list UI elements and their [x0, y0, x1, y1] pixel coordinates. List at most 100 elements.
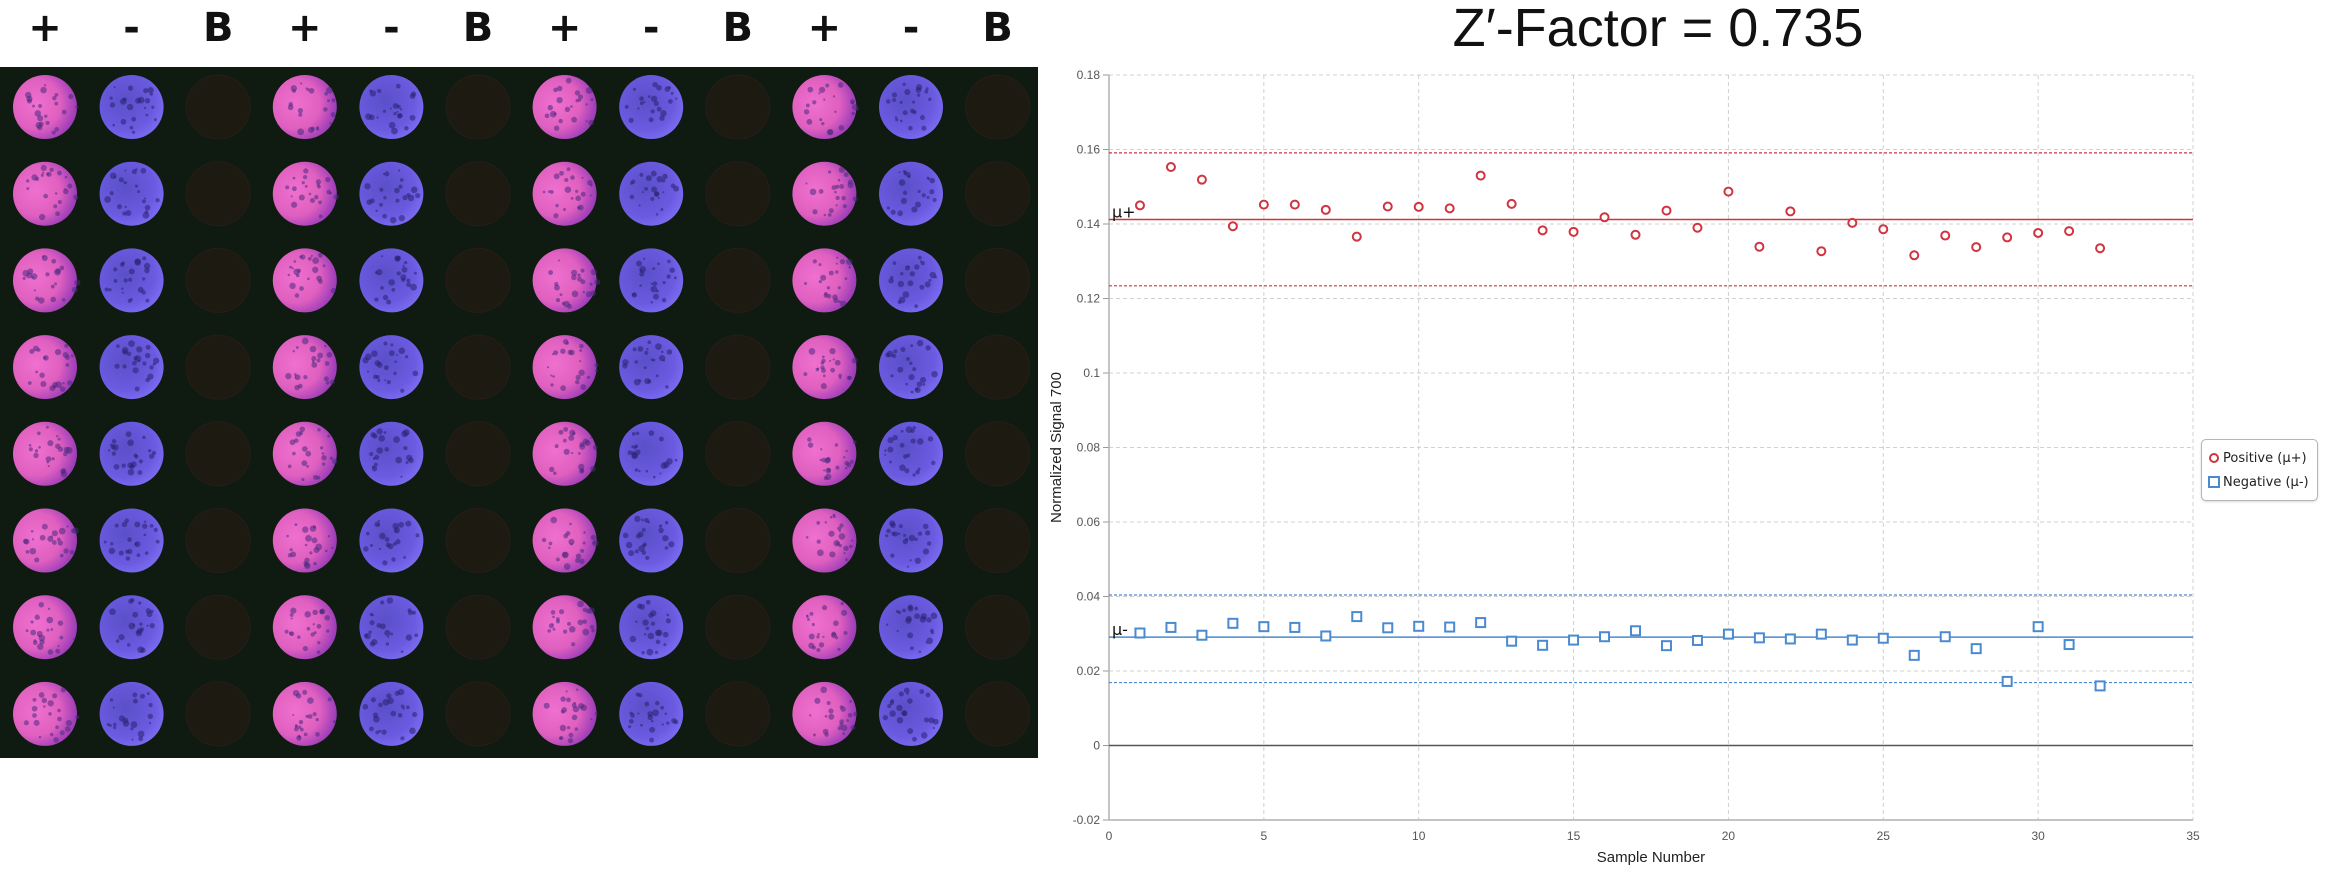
negative-data-point: [1475, 617, 1487, 629]
negative-data-point: [1939, 631, 1951, 643]
well-negative: [359, 161, 424, 226]
negative-data-point: [1691, 634, 1703, 646]
well-negative: [99, 681, 164, 746]
positive-data-point: [1847, 217, 1858, 228]
negative-data-point: [1134, 627, 1146, 639]
well-positive: [792, 681, 858, 746]
positive-data-point: [1289, 199, 1300, 210]
plate-column-label: B: [722, 5, 754, 51]
positive-data-point: [1382, 201, 1393, 212]
well-blank: [185, 247, 251, 313]
positive-data-point: [1351, 231, 1362, 242]
negative-data-point: [1970, 643, 1982, 655]
plate-column-label: -: [383, 5, 400, 51]
well-positive: [272, 508, 337, 573]
positive-data-point: [1661, 205, 1672, 216]
y-tick-label: 0.02: [1077, 664, 1101, 678]
negative-data-point: [1382, 622, 1394, 634]
well-positive: [13, 508, 79, 573]
plate-column-label: B: [462, 5, 494, 51]
negative-data-point: [1165, 621, 1177, 633]
x-axis-title: Sample Number: [1597, 849, 1705, 866]
positive-data-point: [1785, 206, 1796, 217]
negative-data-point: [1506, 635, 1518, 647]
positive-data-point: [1196, 174, 1207, 185]
negative-data-point: [1815, 628, 1827, 640]
well-blank: [705, 594, 771, 660]
legend-label-positive: Positive (μ+): [2223, 450, 2307, 466]
positive-data-point: [1413, 201, 1424, 212]
well-positive: [792, 595, 857, 660]
well-positive: [532, 335, 599, 400]
y-tick-label: 0.16: [1077, 143, 1101, 157]
well-positive: [792, 161, 858, 226]
well-negative: [99, 335, 164, 400]
well-blank: [965, 594, 1031, 660]
plate-column-label: B: [982, 5, 1013, 51]
well-negative: [359, 681, 424, 746]
chart-title: Z′-Factor = 0.735: [1452, 0, 1864, 58]
well-negative: [359, 335, 424, 400]
negative-data-point: [2094, 680, 2106, 692]
well-positive: [272, 161, 340, 226]
well-blank: [705, 247, 771, 313]
well-positive: [532, 595, 597, 660]
positive-mean-label: μ+: [1112, 203, 1136, 222]
well-negative: [99, 421, 164, 486]
plate-column-label: +: [807, 5, 842, 51]
y-tick-label: 0.1: [1083, 366, 1100, 380]
well-blank: [965, 681, 1031, 747]
negative-data-point: [1258, 621, 1270, 633]
well-blank: [445, 161, 511, 227]
well-positive: [13, 421, 77, 486]
well-blank: [705, 334, 771, 400]
well-blank: [185, 161, 251, 227]
plate-column-label: B: [202, 5, 234, 51]
x-tick-label: 25: [1877, 829, 1891, 843]
plate-column-label: -: [642, 5, 660, 51]
y-tick-label: 0.08: [1077, 441, 1101, 455]
well-negative: [619, 335, 684, 400]
well-blank: [445, 74, 511, 140]
well-blank: [705, 421, 771, 487]
positive-data-point: [1878, 224, 1889, 235]
well-positive: [272, 595, 337, 660]
positive-data-point: [1909, 250, 1920, 261]
positive-data-point: [1134, 200, 1145, 211]
positive-data-point: [1568, 226, 1579, 237]
well-blank: [185, 681, 251, 747]
x-tick-label: 20: [1722, 829, 1736, 843]
well-positive: [532, 248, 601, 313]
well-positive: [792, 248, 857, 313]
y-tick-label: 0.06: [1077, 515, 1101, 529]
positive-data-point: [1630, 229, 1641, 240]
well-positive: [792, 421, 857, 486]
negative-data-point: [1722, 628, 1734, 640]
well-blank: [445, 594, 511, 660]
y-tick-label: 0: [1093, 739, 1100, 753]
well-negative: [619, 421, 684, 486]
legend-item-positive: Positive (μ+): [2208, 446, 2317, 470]
well-positive: [792, 335, 858, 400]
well-blank: [445, 681, 511, 747]
well-blank: [965, 74, 1031, 140]
well-blank: [185, 508, 251, 573]
negative-data-point: [1599, 631, 1611, 643]
positive-data-point: [1723, 186, 1734, 197]
well-negative: [99, 161, 164, 226]
well-negative: [619, 161, 684, 226]
well-negative: [619, 75, 684, 139]
positive-data-point: [1940, 230, 1951, 241]
y-tick-label: 0.04: [1077, 590, 1101, 604]
well-positive: [13, 595, 77, 660]
well-negative: [99, 248, 164, 313]
y-tick-label: 0.18: [1077, 68, 1101, 82]
y-tick-label: 0.14: [1077, 217, 1101, 231]
x-tick-label: 5: [1261, 829, 1268, 843]
well-blank: [965, 247, 1031, 313]
plate-column-label: -: [902, 5, 920, 51]
well-negative: [879, 248, 943, 313]
y-tick-label: 0.12: [1077, 292, 1101, 306]
well-blank: [705, 681, 771, 747]
negative-data-point: [1351, 611, 1363, 623]
